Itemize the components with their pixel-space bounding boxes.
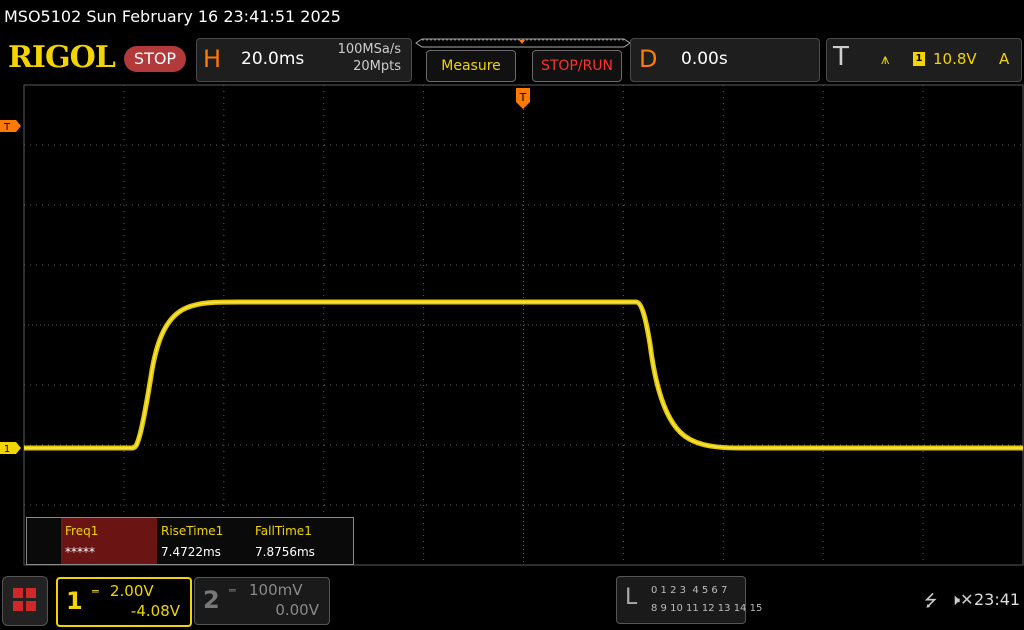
delay-value: 0.00s [681, 49, 728, 69]
menu-button[interactable] [2, 576, 48, 626]
channel2-panel[interactable]: 2 ═ 100mV 0.00V [194, 577, 330, 625]
trigger-source-badge: 1 [913, 52, 925, 66]
memory-depth: 20Mpts [353, 59, 401, 74]
channel1-number: 1 [66, 587, 83, 615]
usb-icon: ⭍ [924, 591, 938, 610]
speaker-icon[interactable]: 🕨✕ [950, 590, 974, 610]
dc-coupling-icon: ═ [92, 585, 99, 598]
measurement-label: Freq1 [65, 524, 99, 538]
trigger-level-label: T [3, 122, 11, 133]
waveform-area[interactable]: T T 1 [0, 84, 1024, 572]
measurement-results-panel[interactable]: Freq1 ***** RiseTime1 7.4722ms FallTime1… [26, 517, 354, 565]
delay-letter: D [639, 45, 658, 73]
measurement-value: 7.8756ms [255, 545, 315, 559]
trigger-position-label: T [519, 91, 527, 104]
sample-rate: 100MSa/s [337, 42, 401, 57]
logic-analyzer-panel[interactable]: L 0 1 2 3 4 5 6 7 8 9 10 11 12 13 14 15 [616, 576, 762, 624]
dc-coupling-icon: ═ [229, 584, 236, 597]
device-title: MSO5102 Sun February 16 23:41:51 2025 [4, 7, 341, 26]
channel2-scale: 100mV [249, 581, 303, 599]
measure-button[interactable]: Measure [426, 50, 516, 82]
ch1-ground-marker: 1 [0, 442, 21, 455]
digital-channels-row1: 0 1 2 3 4 5 6 7 [651, 585, 728, 596]
measurement-value: ***** [65, 545, 95, 559]
ch1-ground-label: 1 [4, 444, 10, 455]
menu-grid-icon [13, 588, 36, 611]
title-bar: MSO5102 Sun February 16 23:41:51 2025 [0, 0, 1024, 36]
delay-panel[interactable]: D 0.00s [630, 38, 820, 82]
stop-run-button[interactable]: STOP/RUN [532, 50, 622, 82]
memory-position-bar [415, 38, 631, 48]
trigger-level: 10.8V [933, 50, 977, 68]
channel2-offset: 0.00V [275, 601, 319, 619]
timebase-value: 20.0ms [241, 49, 305, 69]
logic-analyzer-letter: L [625, 585, 638, 610]
trigger-level-marker: T [0, 120, 21, 133]
measurement-label: FallTime1 [255, 524, 312, 538]
run-state-badge: STOP [124, 46, 186, 72]
clock: 23:41 [974, 590, 1021, 609]
trigger-mode: A [999, 50, 1010, 68]
trigger-letter: T [833, 42, 849, 72]
rising-edge-icon: ⩚ [881, 50, 890, 68]
horizontal-letter: H [203, 45, 222, 73]
rigol-logo: RIGOL [8, 40, 116, 75]
measurement-label: RiseTime1 [161, 524, 224, 538]
channel1-offset: -4.08V [130, 602, 180, 620]
digital-channels-row2: 8 9 10 11 12 13 14 15 [651, 603, 763, 614]
channel2-number: 2 [203, 586, 220, 614]
measurement-value: 7.4722ms [161, 545, 221, 559]
trigger-panel[interactable]: T ⩚ 1 10.8V A [826, 38, 1022, 82]
channel1-scale: 2.00V [110, 582, 154, 600]
horizontal-panel[interactable]: H 20.0ms 100MSa/s 20Mpts [196, 38, 412, 82]
channel1-panel[interactable]: 1 ═ 2.00V -4.08V [56, 577, 192, 627]
